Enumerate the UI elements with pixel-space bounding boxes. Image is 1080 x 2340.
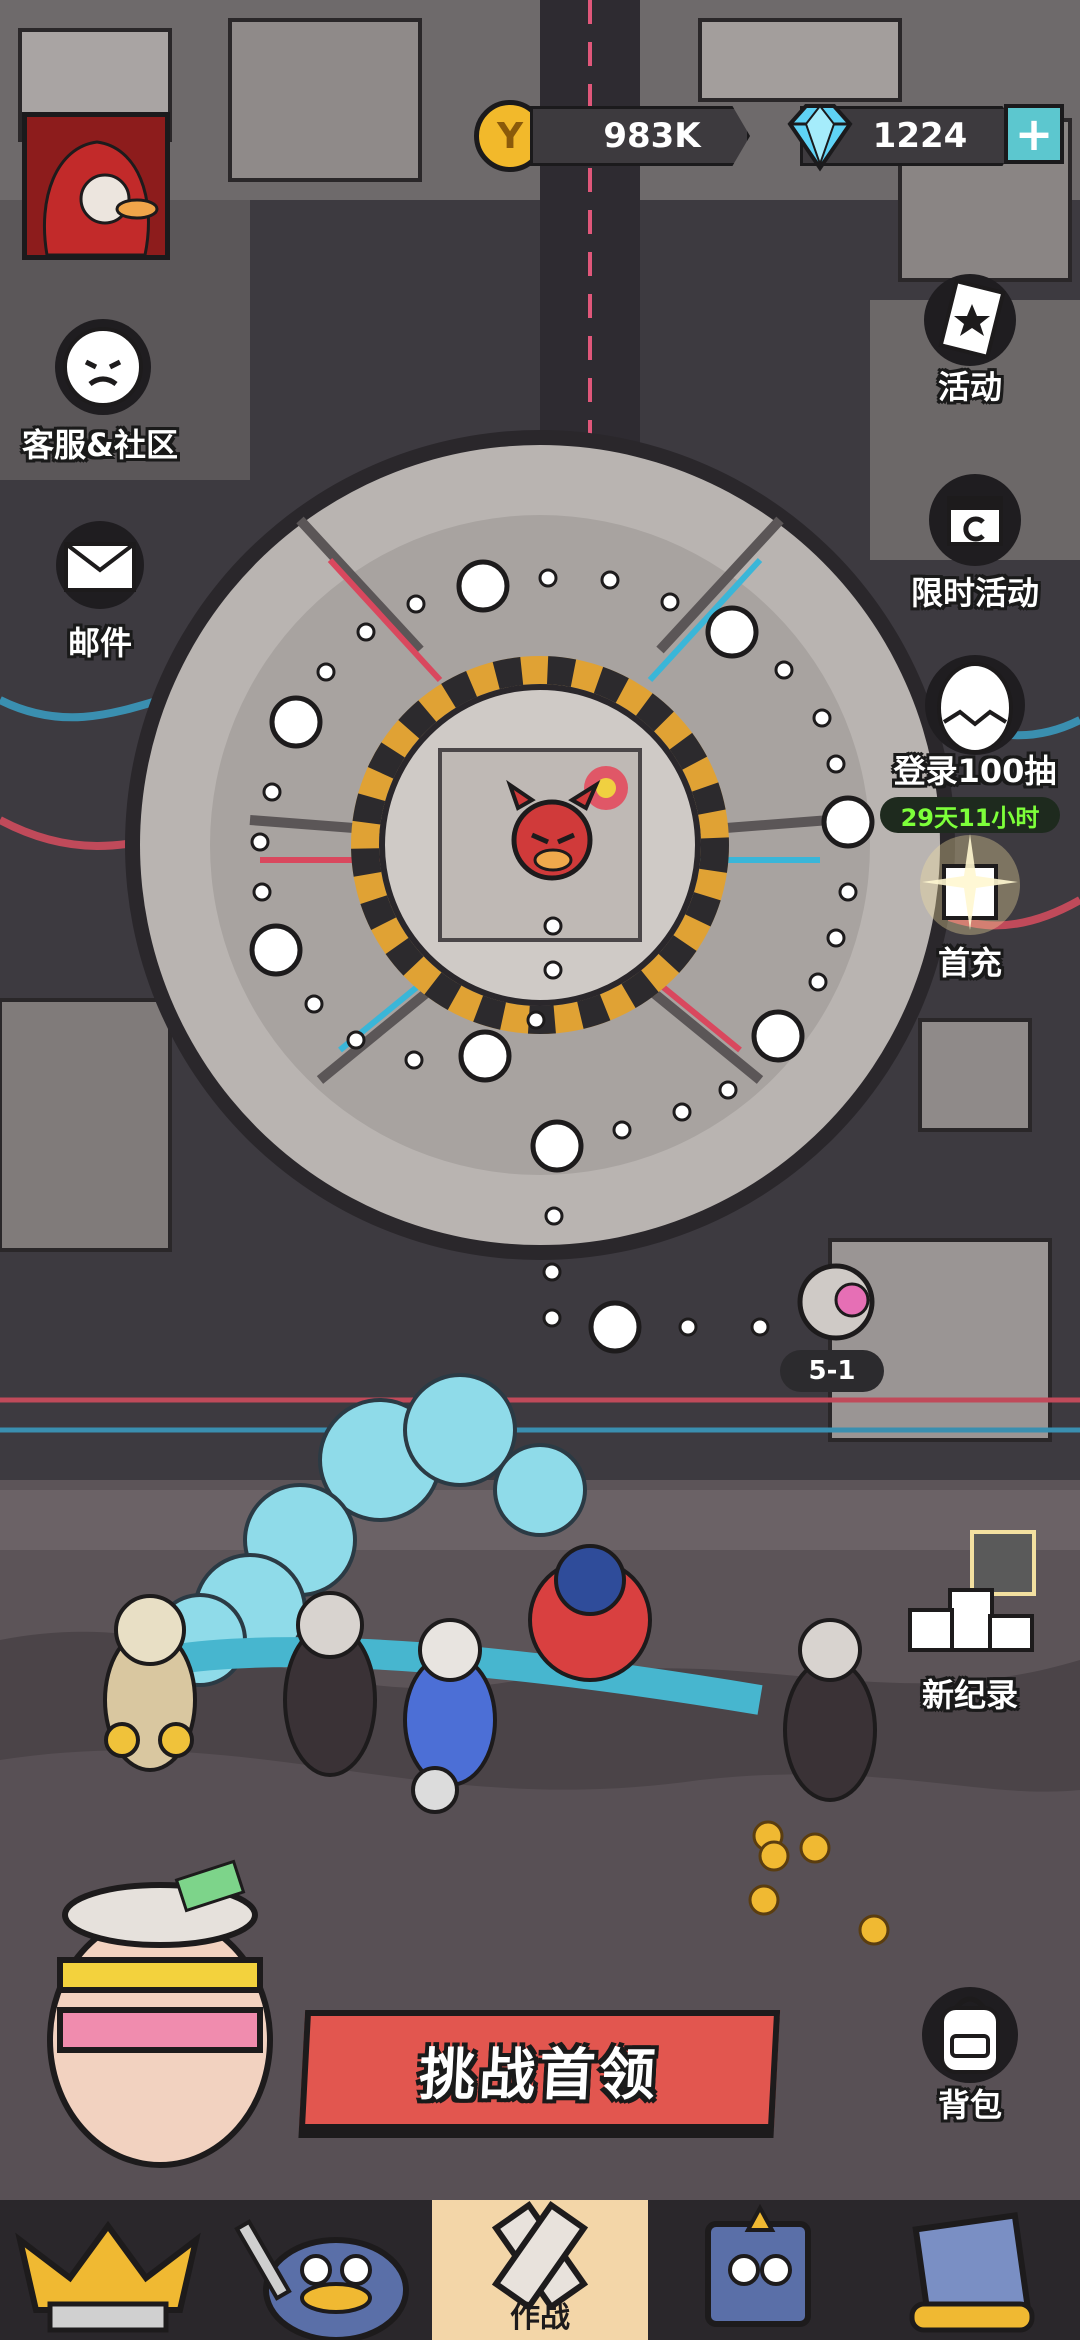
backpack-button[interactable]: 背包	[900, 1980, 1040, 2140]
challenge-boss-button[interactable]: 挑战首领	[298, 2010, 781, 2130]
backpack-label: 背包	[937, 2086, 1002, 2124]
egg-icon	[925, 655, 1025, 755]
limited-events-button[interactable]: 限时活动	[890, 470, 1060, 620]
scroll-map-icon	[909, 2212, 1035, 2333]
challenge-boss-label: 挑战首领	[417, 2042, 661, 2108]
crown-icon	[15, 2220, 201, 2333]
events-label: 活动	[937, 368, 1002, 406]
avatar-portrait	[27, 117, 165, 255]
login-draw-label: 登录100抽	[893, 752, 1057, 790]
add-gems-button[interactable]: +	[1004, 104, 1064, 164]
current-stage-label: 5-1	[780, 1350, 884, 1392]
backpack-icon	[922, 1987, 1018, 2083]
new-record-button[interactable]: 新纪录	[900, 1530, 1040, 1720]
login-draw-timer: 29天11小时	[880, 797, 1060, 833]
mail-label: 邮件	[67, 624, 132, 662]
new-record-label: 新纪录	[921, 1676, 1018, 1714]
calendar-icon	[929, 474, 1021, 566]
tab-crown[interactable]	[0, 2200, 216, 2340]
mail-button[interactable]: 邮件	[40, 520, 160, 670]
tab-codex[interactable]	[648, 2200, 864, 2340]
support-face-icon	[55, 319, 151, 415]
podium-icon	[908, 1588, 1034, 1652]
gem-amount-text: 1224	[872, 116, 968, 156]
book-icon	[705, 2203, 811, 2327]
player-avatar[interactable]	[22, 112, 170, 260]
bottom-tab-bar: 作战	[0, 2200, 1080, 2340]
diamond-icon	[782, 98, 858, 174]
tab-battle[interactable]: 作战	[432, 2200, 648, 2340]
events-button[interactable]: 活动	[905, 270, 1035, 410]
envelope-icon	[56, 521, 144, 609]
limited-events-label: 限时活动	[910, 574, 1039, 612]
plus-icon: +	[1014, 107, 1054, 161]
first-recharge-label: 首充	[937, 944, 1002, 982]
tab-map[interactable]	[864, 2200, 1080, 2340]
gift-sparkle-icon	[920, 834, 1020, 935]
gold-amount: 983K	[530, 106, 750, 166]
tab-heroes[interactable]	[216, 2200, 432, 2340]
support-community-button[interactable]: 客服&社区	[10, 312, 190, 464]
support-community-label: 客服&社区	[22, 426, 178, 464]
tab-battle-label: 作战	[510, 2300, 570, 2335]
gold-amount-text: 983K	[603, 116, 701, 156]
hero-duck-icon	[234, 2219, 409, 2340]
star-card-icon	[924, 274, 1016, 366]
first-recharge-button[interactable]: 首充	[905, 830, 1035, 990]
